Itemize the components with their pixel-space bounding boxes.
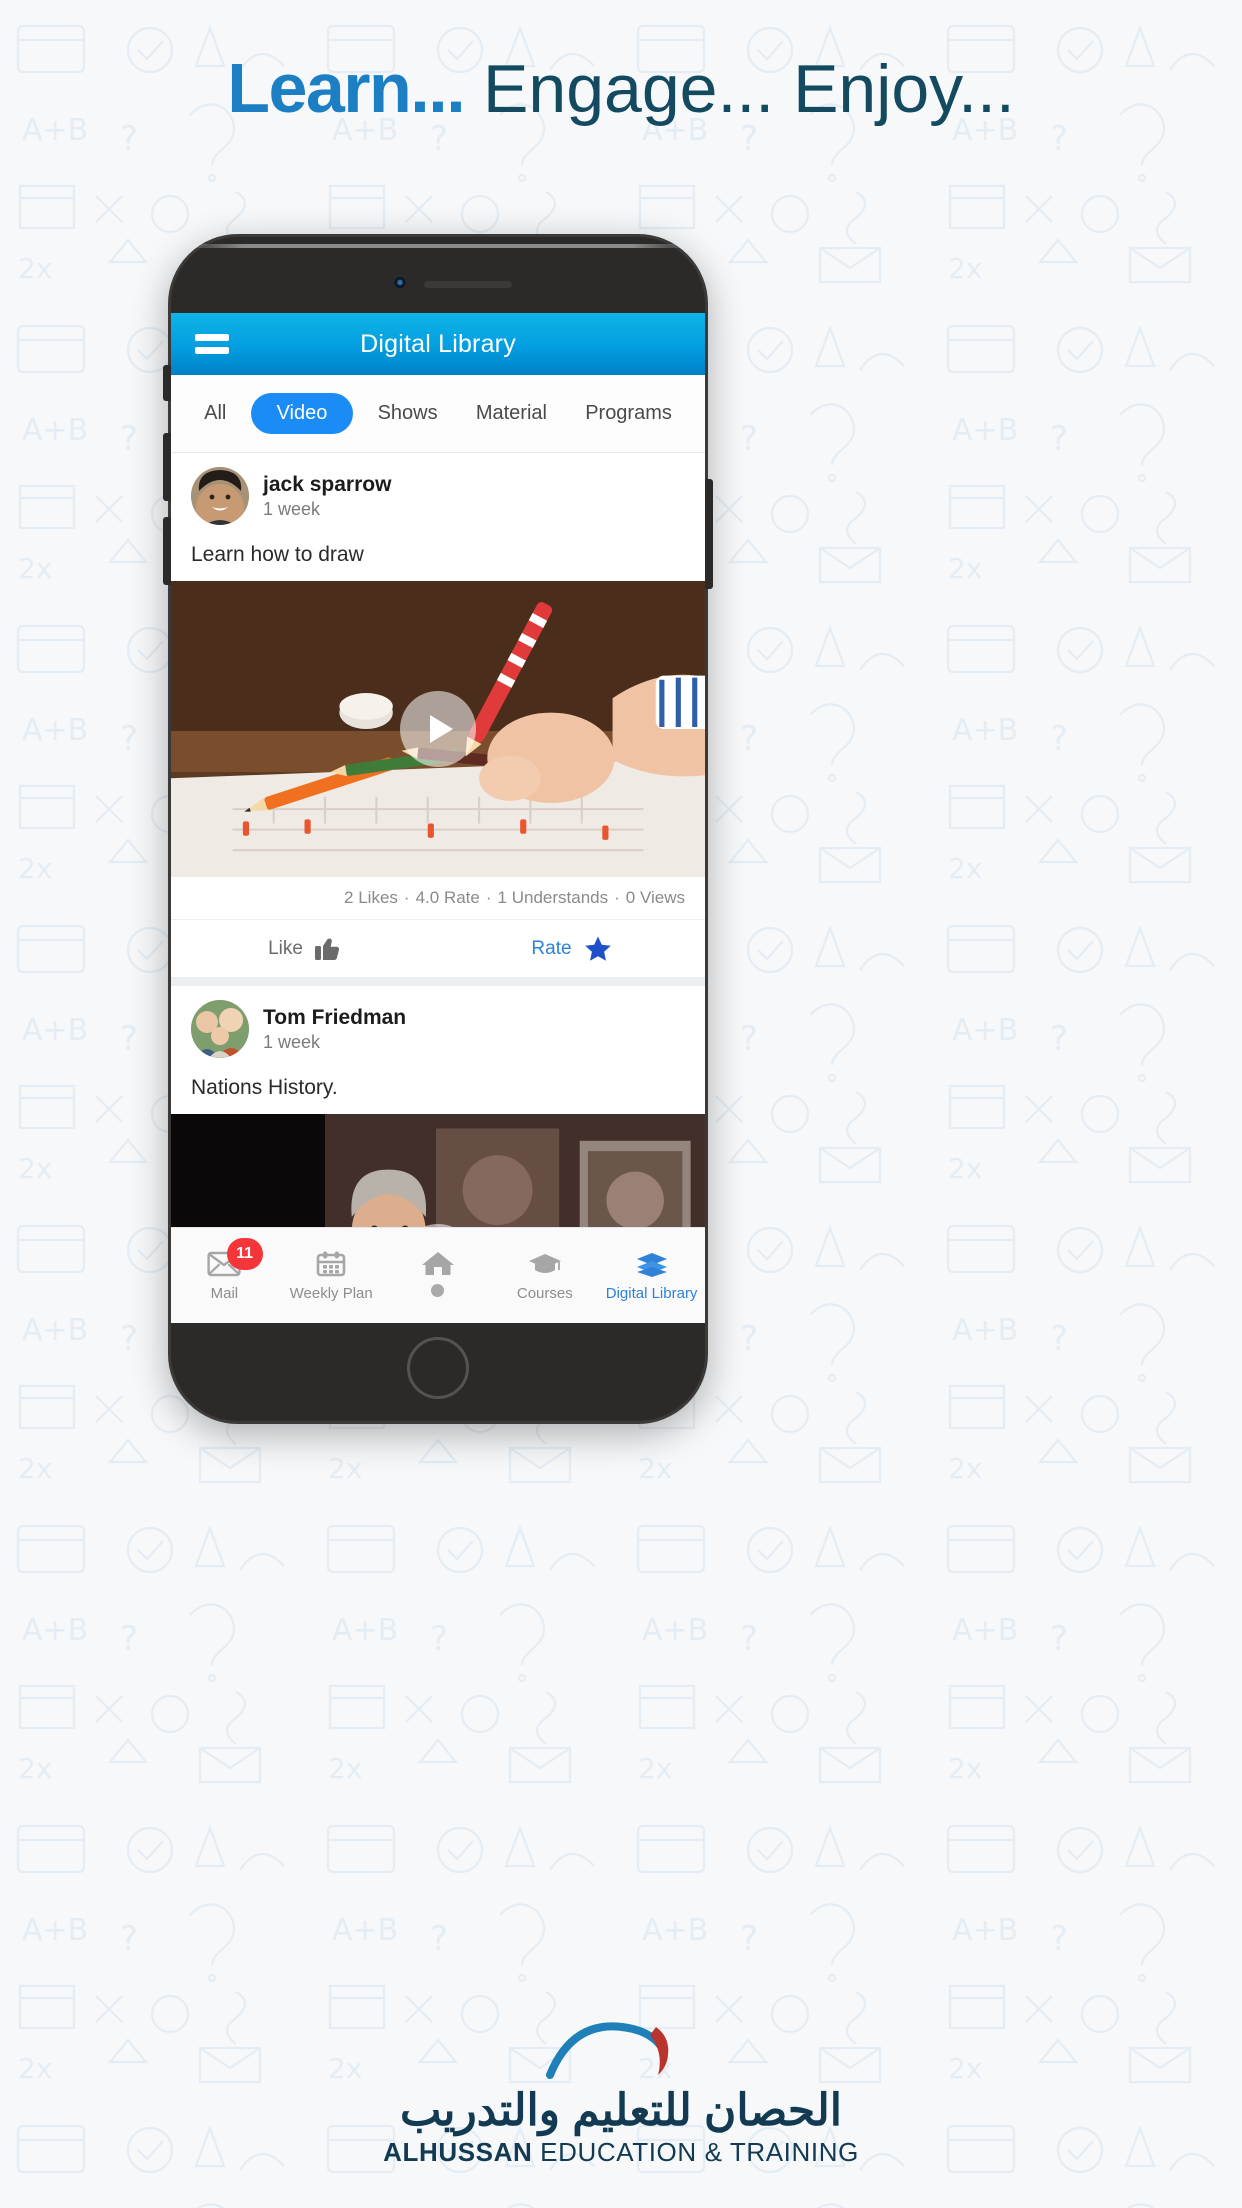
stat-separator: · <box>614 888 620 907</box>
headline-word-engage-enjoy: Engage... Enjoy... <box>464 51 1015 127</box>
stat-separator: · <box>403 888 410 907</box>
post-meta: Tom Friedman 1 week <box>263 1006 406 1053</box>
star-icon <box>584 936 611 961</box>
post-meta: jack sparrow 1 week <box>263 473 391 520</box>
logo-arabic-text: الحصان للتعليم والتدريب <box>400 2085 842 2135</box>
phone-screen: Digital Library All Video Shows Material… <box>171 313 705 1323</box>
tab-material[interactable]: Material <box>462 394 561 433</box>
post-timestamp: 1 week <box>263 1031 321 1052</box>
promo-page: A+B ? 2x <box>0 0 1242 2208</box>
nav-item-mail[interactable]: 11 Mail <box>171 1228 278 1323</box>
nav-item-weekly-plan[interactable]: Weekly Plan <box>278 1228 385 1323</box>
calendar-icon <box>316 1251 346 1277</box>
front-camera <box>394 277 406 288</box>
phone-mockup: Digital Library All Video Shows Material… <box>163 234 713 1424</box>
nav-item-digital-library[interactable]: Digital Library <box>598 1228 705 1323</box>
tab-programs[interactable]: Programs <box>571 394 686 433</box>
avatar[interactable] <box>191 1000 249 1058</box>
avatar[interactable] <box>191 467 249 525</box>
rate-button[interactable]: Rate <box>438 920 705 977</box>
page-title: Digital Library <box>360 329 516 358</box>
phone-power-button[interactable] <box>704 479 713 589</box>
hamburger-icon[interactable] <box>195 334 229 354</box>
post-text: Learn how to draw <box>191 543 364 566</box>
bottom-navigation: 11 Mail Weekly Plan Courses Digital Libr… <box>171 1227 705 1323</box>
tab-all[interactable]: All <box>190 394 240 433</box>
post-understands-count: 1 Understands <box>497 888 609 907</box>
logo-mark-icon <box>546 2022 669 2079</box>
brand-logo: الحصان للتعليم والتدريب ALHUSSAN EDUCATI… <box>0 2021 1242 2168</box>
nav-label-weekly-plan: Weekly Plan <box>289 1285 373 1302</box>
earpiece-speaker <box>424 281 512 288</box>
nav-label-mail: Mail <box>210 1285 239 1302</box>
post-likes-count: 2 Likes <box>344 888 398 907</box>
nav-item-courses[interactable]: Courses <box>491 1228 598 1323</box>
post-author[interactable]: Tom Friedman <box>263 1006 406 1030</box>
rate-button-label: Rate <box>531 937 572 959</box>
nav-label-digital-library: Digital Library <box>605 1285 698 1302</box>
home-active-dot <box>431 1284 445 1297</box>
headline-word-learn: Learn... <box>227 49 465 127</box>
page-headline: Learn... Engage... Enjoy... <box>0 48 1242 128</box>
post-stats: 2 Likes · 4.0 Rate · 1 Understands · 0 Views <box>171 877 705 919</box>
books-icon <box>636 1253 667 1277</box>
post-feed[interactable]: jack sparrow 1 week Learn how to draw 2 … <box>171 453 705 1323</box>
tab-shows[interactable]: Shows <box>364 394 452 433</box>
feed-post: jack sparrow 1 week Learn how to draw 2 … <box>171 453 705 977</box>
mail-unread-badge: 11 <box>226 1238 263 1270</box>
logo-brand-name: ALHUSSAN <box>383 2137 533 2167</box>
category-tabs: All Video Shows Material Programs <box>171 375 705 453</box>
tab-video[interactable]: Video <box>250 393 354 434</box>
home-icon <box>421 1252 454 1275</box>
post-header: jack sparrow 1 week <box>171 453 705 535</box>
graduation-cap-icon <box>528 1254 561 1273</box>
post-rate-value: 4.0 Rate <box>415 888 480 907</box>
app-bar: Digital Library <box>171 313 705 375</box>
play-icon[interactable] <box>400 691 476 767</box>
like-button[interactable]: Like <box>171 920 438 977</box>
post-actions: Like Rate <box>171 919 705 977</box>
nav-item-home[interactable] <box>385 1228 492 1323</box>
like-button-label: Like <box>268 937 303 959</box>
post-views-count: 0 Views <box>625 888 685 907</box>
thumbs-up-icon <box>314 938 339 960</box>
post-text: Nations History. <box>191 1076 338 1099</box>
stat-separator: · <box>485 888 492 907</box>
post-timestamp: 1 week <box>263 498 321 519</box>
post-header: Tom Friedman 1 week <box>171 986 705 1068</box>
logo-brand-tagline: EDUCATION & TRAINING <box>532 2137 859 2167</box>
home-button[interactable] <box>407 1337 469 1399</box>
nav-label-courses: Courses <box>516 1285 573 1302</box>
logo-english-text: ALHUSSAN EDUCATION & TRAINING <box>0 2137 1242 2168</box>
post-author[interactable]: jack sparrow <box>263 473 391 497</box>
post-video-thumbnail[interactable] <box>171 581 705 877</box>
